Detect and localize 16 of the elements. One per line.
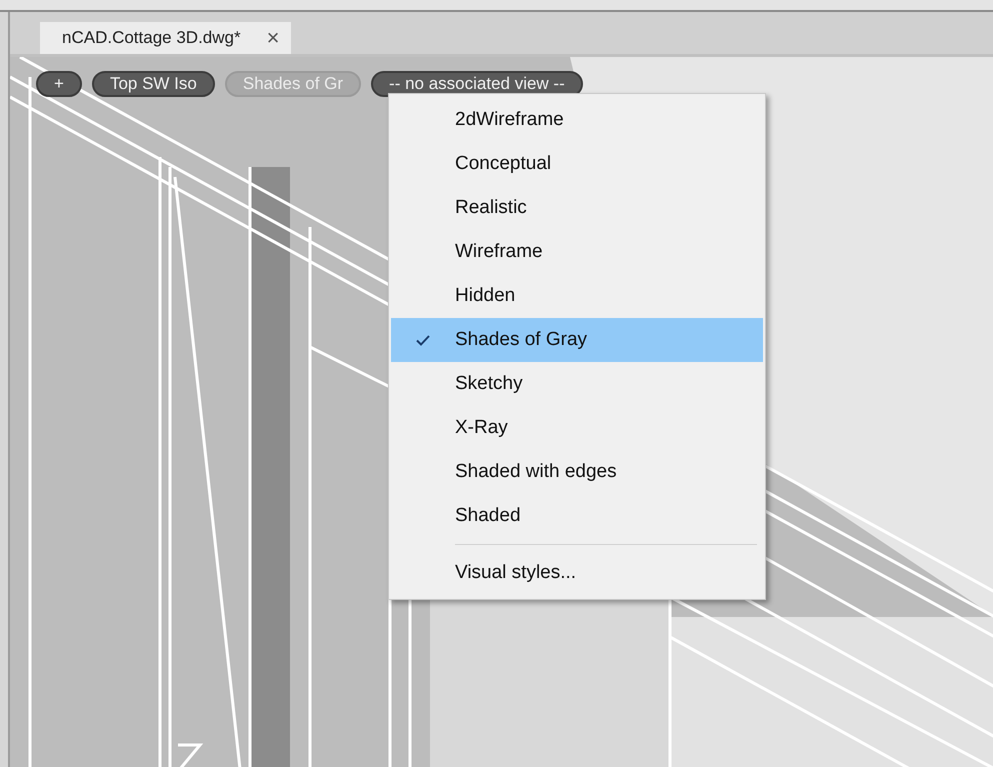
menu-item[interactable]: Shaded — [391, 494, 763, 538]
menu-item[interactable]: 2dWireframe — [391, 98, 763, 142]
menu-item[interactable]: Hidden — [391, 274, 763, 318]
menu-item[interactable]: Visual styles... — [391, 551, 763, 595]
menu-item[interactable]: Shades of Gray — [391, 318, 763, 362]
menu-item[interactable]: Sketchy — [391, 362, 763, 406]
menu-item[interactable]: Wireframe — [391, 230, 763, 274]
checkmark-icon — [416, 334, 430, 346]
menu-item[interactable]: Realistic — [391, 186, 763, 230]
menu-item[interactable]: Shaded with edges — [391, 450, 763, 494]
tab-title: nCAD.Cottage 3D.dwg* — [62, 28, 241, 48]
viewport-control-button[interactable]: Top SW Iso — [92, 71, 215, 97]
document-tab[interactable]: nCAD.Cottage 3D.dwg* × — [40, 22, 292, 54]
menu-item[interactable]: X-Ray — [391, 406, 763, 450]
menu-item[interactable]: Conceptual — [391, 142, 763, 186]
close-button[interactable]: × — [266, 25, 280, 51]
